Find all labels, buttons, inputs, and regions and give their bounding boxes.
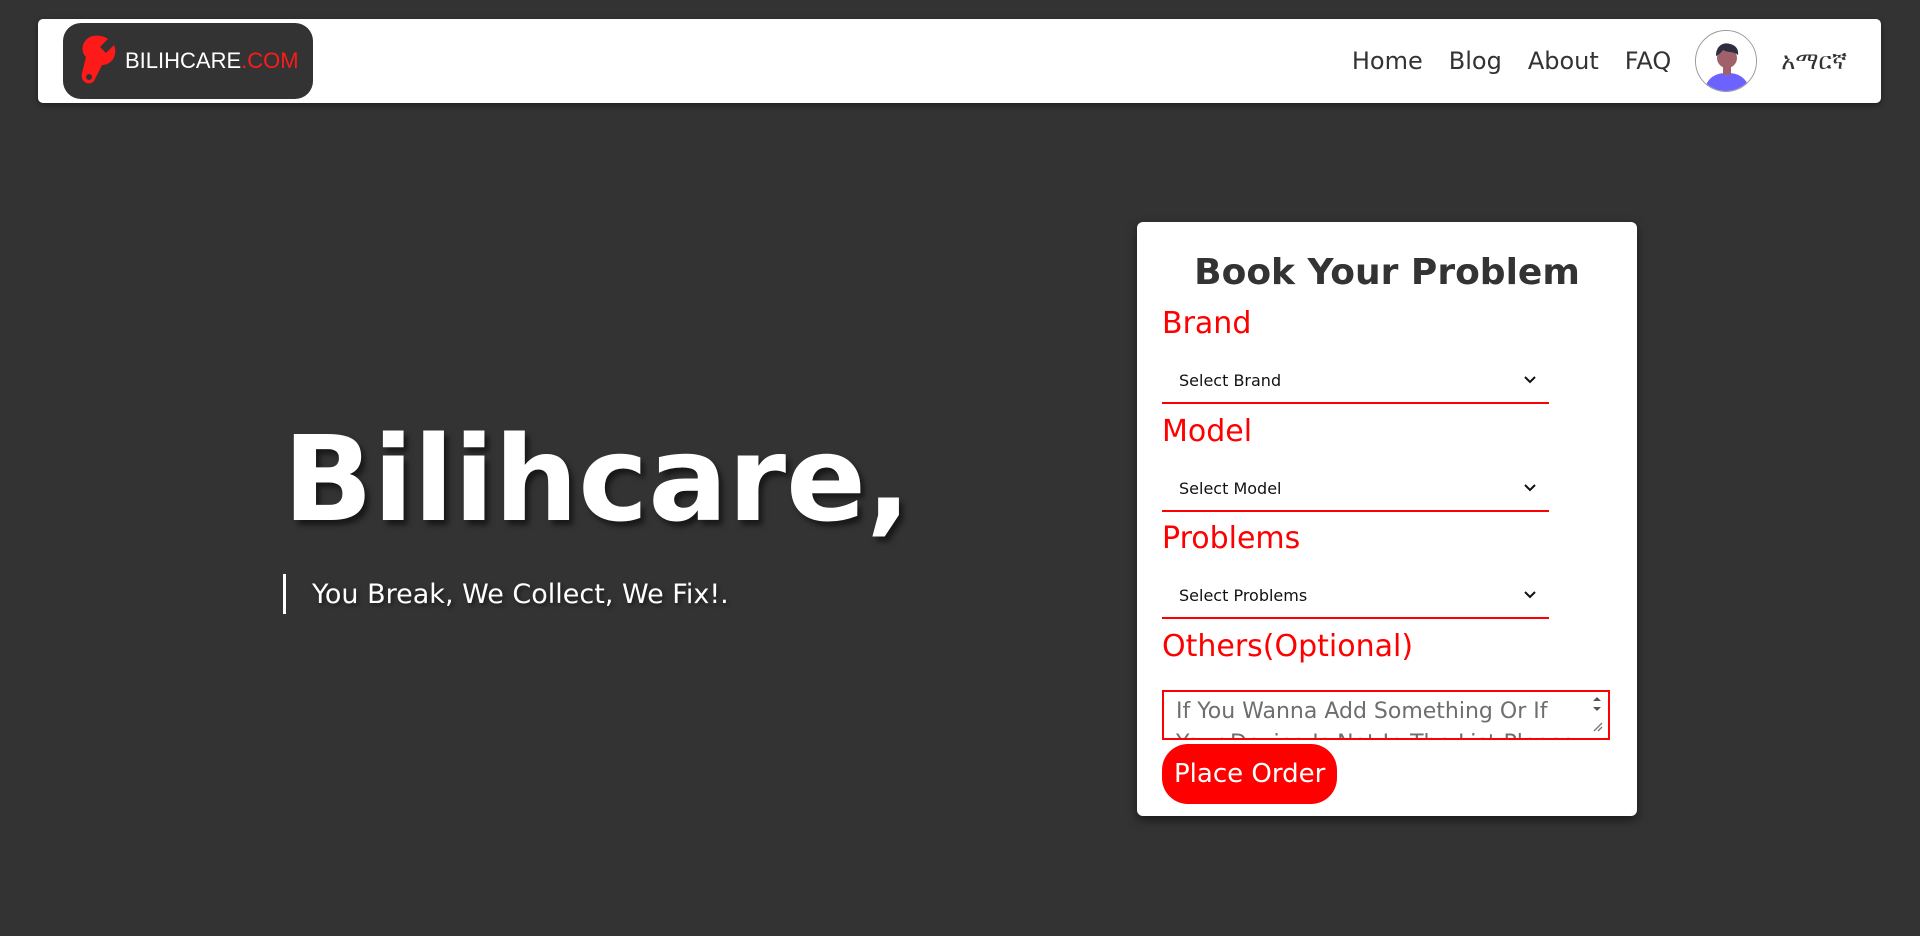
user-avatar-icon[interactable] [1695, 30, 1758, 92]
brand-select[interactable]: Select Brand [1162, 358, 1549, 404]
top-navbar: BILIHCARE.COM Home Blog About FAQ አማርኛ [38, 19, 1881, 103]
resize-handle-icon [1593, 722, 1603, 732]
nav-links: Home Blog About FAQ አማርኛ [1352, 19, 1847, 103]
nav-link-about[interactable]: About [1528, 47, 1599, 75]
hero-title: Bilihcare, [283, 410, 911, 548]
model-select-value: Select Model [1179, 478, 1282, 498]
logo-text: BILIHCARE.COM [125, 48, 299, 74]
nav-link-faq[interactable]: FAQ [1625, 47, 1672, 75]
scroll-down-icon [1593, 707, 1601, 711]
chevron-down-icon [1523, 373, 1537, 387]
others-placeholder: If You Wanna Add Something Or If Your De… [1176, 699, 1575, 738]
nav-link-blog[interactable]: Blog [1449, 47, 1502, 75]
problems-select-value: Select Problems [1179, 585, 1308, 605]
nav-link-home[interactable]: Home [1352, 47, 1423, 75]
brand-select-value: Select Brand [1179, 370, 1282, 390]
wrench-icon [75, 32, 121, 90]
booking-form-card: Book Your Problem Brand Select Brand Mod… [1137, 222, 1637, 816]
hero-tagline: You Break, We Collect, We Fix!. [283, 574, 729, 614]
problems-label: Problems [1162, 521, 1301, 556]
brand-label: Brand [1162, 306, 1252, 341]
logo-accent: .COM [241, 48, 299, 73]
chevron-down-icon [1523, 588, 1537, 602]
place-order-button[interactable]: Place Order [1162, 744, 1338, 804]
language-toggle[interactable]: አማርኛ [1781, 47, 1847, 75]
form-title: Book Your Problem [1194, 252, 1580, 293]
scroll-up-icon [1593, 697, 1601, 701]
problems-select[interactable]: Select Problems [1162, 573, 1549, 619]
chevron-down-icon [1523, 481, 1537, 495]
site-logo[interactable]: BILIHCARE.COM [63, 23, 313, 99]
model-select[interactable]: Select Model [1162, 466, 1549, 512]
others-textarea[interactable]: If You Wanna Add Something Or If Your De… [1162, 690, 1610, 740]
textarea-scrollbar[interactable] [1588, 694, 1606, 736]
others-label: Others(Optional) [1162, 629, 1414, 664]
model-label: Model [1162, 414, 1253, 449]
logo-main: BILIHCARE [125, 48, 242, 73]
